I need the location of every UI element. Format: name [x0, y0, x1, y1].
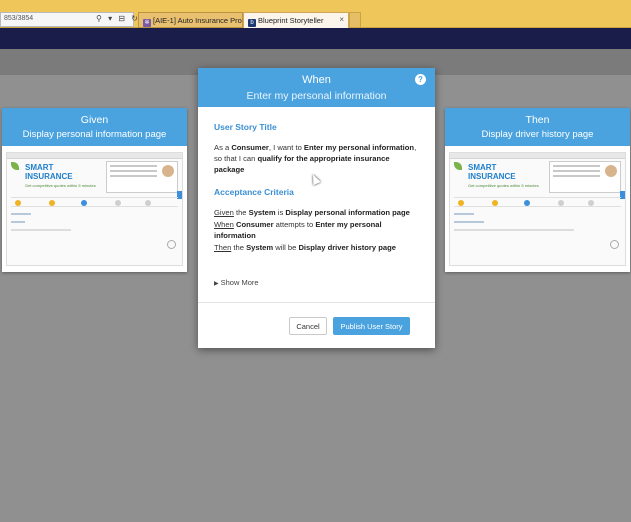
leaf-logo-icon [454, 162, 462, 170]
thumb-tagline: Get competitive quotes within 5 minutes [25, 183, 96, 188]
help-icon[interactable]: ? [415, 74, 426, 85]
browser-toolbar: 853/3854 ⚲ ▾ ⊟ ↻ ✲ [AIE-1] Auto Insurance… [0, 0, 631, 28]
tab-auto-insurance[interactable]: ✲[AIE-1] Auto Insurance Process... [138, 12, 243, 28]
then-subtitle: Display driver history page [481, 129, 594, 140]
user-story-title-heading: User Story Title [214, 122, 277, 132]
dialog-divider [198, 302, 435, 303]
thumb-tagline: Get competitive quotes within 5 minutes [468, 183, 539, 188]
dialog-header: When Enter my personal information ? [198, 68, 435, 107]
caret-right-icon: ▶ [214, 281, 219, 287]
acceptance-criteria: Given the System is Display personal inf… [214, 207, 419, 253]
close-icon[interactable]: × [339, 15, 344, 24]
avatar [605, 165, 617, 177]
app-header [0, 28, 631, 49]
given-card-header: Given Display personal information page [2, 108, 187, 146]
given-subtitle: Display personal information page [22, 129, 167, 140]
cancel-button[interactable]: Cancel [289, 317, 327, 335]
new-tab-button[interactable] [349, 12, 361, 28]
user-story-text: As a Consumer, I want to Enter my person… [214, 143, 417, 174]
when-dialog: When Enter my personal information ? Use… [198, 68, 435, 348]
thumb-steps [454, 197, 621, 207]
puzzle-icon: ✲ [143, 19, 151, 27]
thumb-steps [11, 197, 178, 207]
tab-blueprint-storyteller[interactable]: b Blueprint Storyteller × [243, 12, 349, 28]
blueprint-icon: b [248, 19, 256, 27]
given-title: Given [80, 114, 109, 126]
publish-user-story-button[interactable]: Publish User Story [333, 317, 410, 335]
thumb-info-box [549, 161, 621, 193]
tab-label: [AIE-1] Auto Insurance Process... [153, 16, 242, 25]
avatar [162, 165, 174, 177]
criteria-then: Then the System will be Display driver h… [214, 243, 396, 252]
given-card[interactable]: Given Display personal information page … [2, 108, 187, 272]
dialog-title: When [302, 74, 331, 86]
show-more-toggle[interactable]: ▶ Show More [214, 278, 259, 287]
then-card[interactable]: Then Display driver history page SMART IN… [445, 108, 630, 272]
tab-label: Blueprint Storyteller [258, 16, 324, 25]
thumb-logo: SMART INSURANCE [468, 163, 516, 181]
criteria-given: Given the System is Display personal inf… [214, 208, 410, 217]
search-icon [167, 240, 176, 249]
search-icon [610, 240, 619, 249]
thumb-logo: SMART INSURANCE [25, 163, 73, 181]
then-card-header: Then Display driver history page [445, 108, 630, 146]
acceptance-criteria-heading: Acceptance Criteria [214, 187, 294, 197]
thumb-info-box [106, 161, 178, 193]
dialog-subtitle: Enter my personal information [246, 90, 387, 102]
criteria-when: When Consumer attempts to Enter my perso… [214, 220, 382, 240]
address-bar-icons[interactable]: ⚲ ▾ ⊟ ↻ [96, 14, 140, 23]
given-screenshot-thumbnail: SMART INSURANCE Get competitive quotes wi… [6, 152, 183, 266]
then-title: Then [525, 114, 550, 126]
then-screenshot-thumbnail: SMART INSURANCE Get competitive quotes wi… [449, 152, 626, 266]
leaf-logo-icon [11, 162, 19, 170]
